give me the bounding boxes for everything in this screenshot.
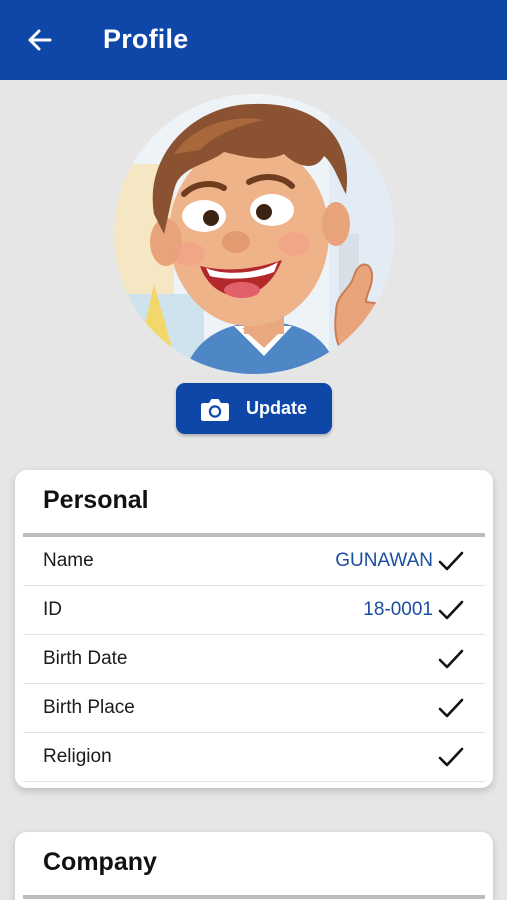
app-bar: Profile [0, 0, 507, 80]
row-label: Religion [43, 746, 112, 767]
update-photo-button[interactable]: Update [176, 383, 332, 434]
row-label: Name [43, 550, 94, 571]
page-title: Profile [103, 24, 189, 54]
row-value: GUNAWAN [335, 550, 433, 571]
update-button-label: Update [246, 398, 308, 418]
row-religion[interactable]: Religion [23, 733, 485, 782]
row-birth-date[interactable]: Birth Date [23, 635, 485, 684]
row-label: Birth Place [43, 697, 135, 718]
personal-rows: Name GUNAWAN ID 18-0001 Birth Date Birth… [23, 537, 485, 782]
row-label: Birth Date [43, 648, 128, 669]
row-label: ID [43, 599, 62, 620]
row-birth-place[interactable]: Birth Place [23, 684, 485, 733]
camera-icon [201, 398, 229, 421]
row-name[interactable]: Name GUNAWAN [23, 537, 485, 586]
back-button[interactable] [22, 22, 58, 58]
personal-card-title: Personal [43, 486, 149, 514]
row-value: 18-0001 [363, 599, 433, 620]
company-card: Company [15, 832, 493, 900]
cartoon-boy-avatar-icon [114, 94, 394, 374]
check-icon [438, 698, 464, 718]
personal-card: Personal Name GUNAWAN ID 18-0001 Birth D… [15, 470, 493, 788]
check-icon [438, 649, 464, 669]
profile-avatar [114, 94, 394, 374]
company-card-title: Company [43, 848, 157, 876]
check-icon [438, 600, 464, 620]
check-icon [438, 551, 464, 571]
card-divider [23, 895, 485, 899]
check-icon [438, 747, 464, 767]
row-id[interactable]: ID 18-0001 [23, 586, 485, 635]
arrow-left-icon [28, 29, 52, 51]
